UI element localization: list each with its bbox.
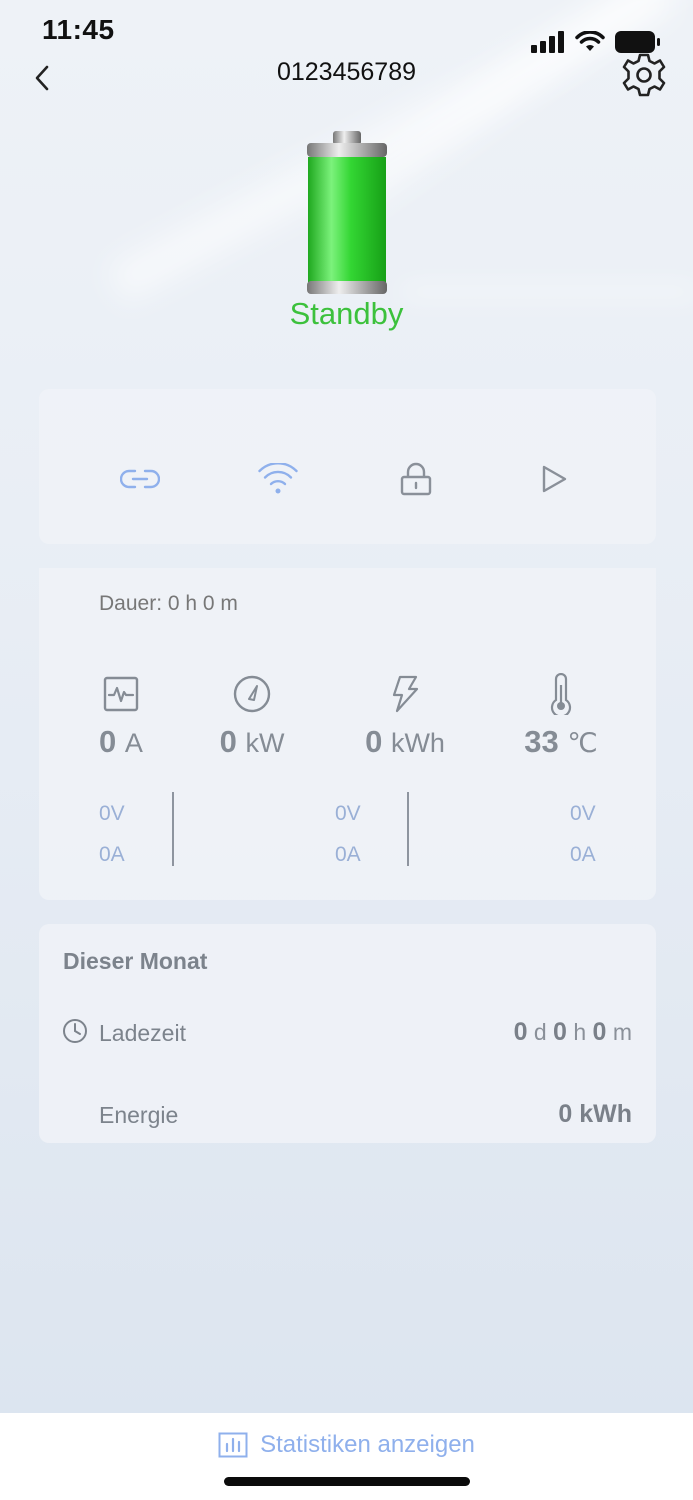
view-statistics-label: Statistiken anzeigen: [260, 1431, 475, 1458]
current-metric: 0 A: [51, 672, 191, 760]
battery-illustration: [306, 130, 388, 296]
nav-bar: 0123456789: [0, 48, 693, 104]
power-unit: kW: [245, 728, 285, 758]
phase-2-current: 0A: [335, 843, 361, 866]
clock-icon: [63, 1019, 87, 1043]
lightning-icon: [392, 675, 419, 713]
monthly-summary-card: Dieser Monat Ladezeit 0 d 0 h 0 m Energi…: [39, 924, 656, 1143]
bar-chart-icon: [218, 1432, 248, 1458]
energy-unit: kWh: [390, 728, 445, 758]
power-metric: 0 kW: [182, 672, 322, 760]
thermometer-icon: [550, 673, 572, 715]
bottom-bar: Statistiken anzeigen: [0, 1413, 693, 1500]
controls-card: [39, 389, 656, 544]
session-stats-card: Dauer: 0 h 0 m 0 A 0 kW 0 kWh 33 ℃ 0V 0A…: [39, 568, 656, 900]
temperature-unit: ℃: [567, 728, 598, 758]
temperature-metric: 33 ℃: [491, 672, 631, 760]
month-title: Dieser Monat: [63, 948, 208, 974]
phase-1: 0V 0A: [99, 793, 125, 875]
clock-time: 11:45: [42, 14, 115, 45]
play-icon: [542, 465, 567, 493]
phase-3-current: 0A: [570, 843, 596, 866]
phase-2-voltage: 0V: [335, 802, 361, 825]
energy-value: 0: [365, 724, 383, 759]
energy-metric: 0 kWh: [335, 672, 475, 760]
phase-divider: [172, 792, 174, 866]
start-charging-button[interactable]: [532, 459, 576, 499]
lock-icon: [400, 462, 432, 496]
view-statistics-button[interactable]: Statistiken anzeigen: [0, 1431, 693, 1459]
phase-divider: [407, 792, 409, 866]
charge-time-value: 0 d 0 h 0 m: [513, 1018, 632, 1046]
energy-label: Energie: [99, 1102, 179, 1128]
current-unit: A: [124, 728, 143, 758]
energy-total-value: 0 kWh: [558, 1100, 632, 1128]
pulse-icon: [103, 676, 139, 712]
lock-button[interactable]: [394, 459, 438, 499]
gear-icon: [622, 53, 666, 97]
page-title: 0123456789: [276, 58, 417, 86]
phase-3-voltage: 0V: [570, 802, 596, 825]
charge-time-label: Ladezeit: [99, 1020, 186, 1046]
phase-1-current: 0A: [99, 843, 125, 866]
current-value: 0: [99, 724, 117, 759]
power-value: 0: [219, 724, 237, 759]
home-indicator[interactable]: [224, 1477, 470, 1486]
phase-2: 0V 0A: [335, 793, 361, 875]
session-duration: Dauer: 0 h 0 m: [99, 592, 238, 615]
wifi-icon: [258, 463, 298, 494]
temperature-value: 33: [524, 724, 559, 759]
settings-button[interactable]: [621, 52, 667, 98]
link-button[interactable]: [118, 459, 162, 499]
phase-3: 0V 0A: [570, 793, 596, 875]
wifi-button[interactable]: [256, 459, 300, 499]
link-icon: [120, 469, 160, 489]
phase-1-voltage: 0V: [99, 802, 125, 825]
charger-status: Standby: [289, 296, 404, 331]
gauge-icon: [233, 675, 271, 713]
